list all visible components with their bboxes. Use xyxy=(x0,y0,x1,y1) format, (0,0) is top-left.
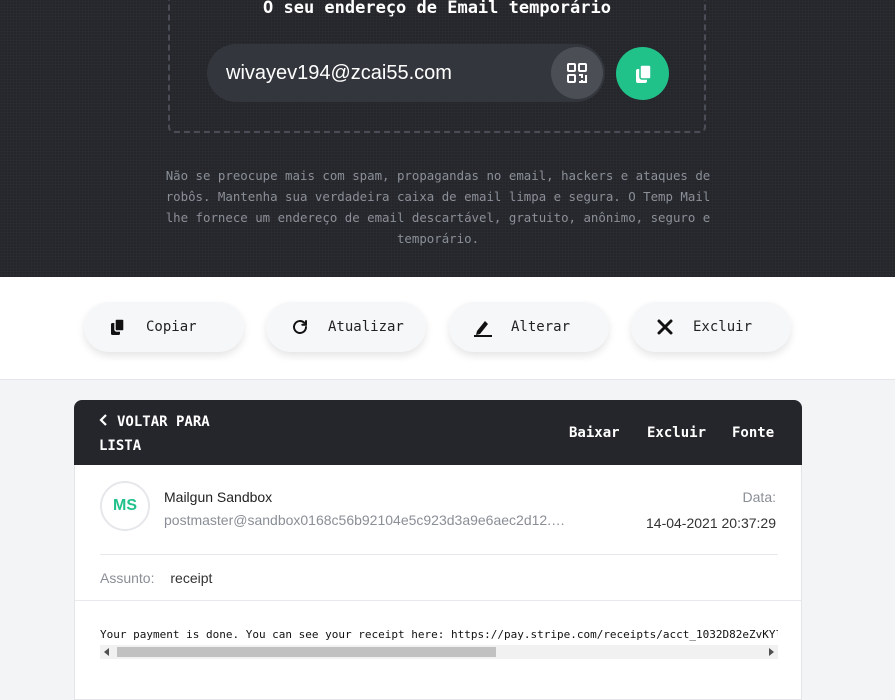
copy-email-button[interactable] xyxy=(616,47,669,100)
subject-label: Assunto: xyxy=(100,570,155,586)
refresh-button[interactable]: Atualizar xyxy=(266,302,426,352)
temp-email-address[interactable]: wivayev194@zcai55.com xyxy=(226,61,452,85)
temp-email-field[interactable]: wivayev194@zcai55.com xyxy=(207,44,605,102)
sender-avatar: MS xyxy=(100,481,150,531)
copy-button[interactable]: Copiar xyxy=(84,302,244,352)
horizontal-scrollbar[interactable] xyxy=(100,645,778,659)
message-header-bar: VOLTAR PARA LISTA Baixar Excluir Fonte xyxy=(74,400,802,465)
subject-value: receipt xyxy=(170,570,213,586)
message-card: VOLTAR PARA LISTA Baixar Excluir Fonte M… xyxy=(74,400,802,700)
delete-message-link[interactable]: Excluir xyxy=(647,422,706,444)
hero-section: O seu endereço de Email temporário wivay… xyxy=(0,0,895,277)
subject-row: Assunto: receipt xyxy=(100,570,212,586)
qr-code-icon xyxy=(567,63,587,83)
delete-button-label: Excluir xyxy=(693,319,753,335)
copy-icon xyxy=(635,63,652,83)
scroll-right-icon[interactable] xyxy=(764,645,778,659)
scroll-left-icon[interactable] xyxy=(100,645,114,659)
scrollbar-thumb[interactable] xyxy=(117,647,496,657)
source-link[interactable]: Fonte xyxy=(732,422,774,444)
action-bar: Copiar Atualizar Alterar Excluir xyxy=(0,277,895,380)
close-icon xyxy=(655,317,675,337)
copy-icon xyxy=(108,317,128,337)
refresh-icon xyxy=(290,317,310,337)
date-value: 14-04-2021 20:37:29 xyxy=(646,515,776,531)
divider xyxy=(75,600,801,601)
refresh-button-label: Atualizar xyxy=(328,319,404,335)
edit-button-label: Alterar xyxy=(511,319,571,335)
download-link[interactable]: Baixar xyxy=(569,422,620,444)
delete-button[interactable]: Excluir xyxy=(631,302,791,352)
edit-button[interactable]: Alterar xyxy=(449,302,609,352)
sender-address: postmaster@sandbox0168c56b92104e5c923d3a… xyxy=(164,512,569,528)
divider xyxy=(100,554,778,555)
hero-title: O seu endereço de Email temporário xyxy=(263,0,611,18)
sender-name: Mailgun Sandbox xyxy=(164,489,273,505)
copy-button-label: Copiar xyxy=(146,319,197,335)
message-body: Your payment is done. You can see your r… xyxy=(100,628,778,641)
back-to-list-link[interactable]: VOLTAR PARA LISTA xyxy=(99,410,259,458)
hero-description: Não se preocupe mais com spam, propagand… xyxy=(165,168,711,246)
qr-code-button[interactable] xyxy=(551,47,603,99)
date-label: Data: xyxy=(742,489,776,505)
chevron-left-icon xyxy=(99,410,117,434)
edit-icon xyxy=(473,317,493,337)
